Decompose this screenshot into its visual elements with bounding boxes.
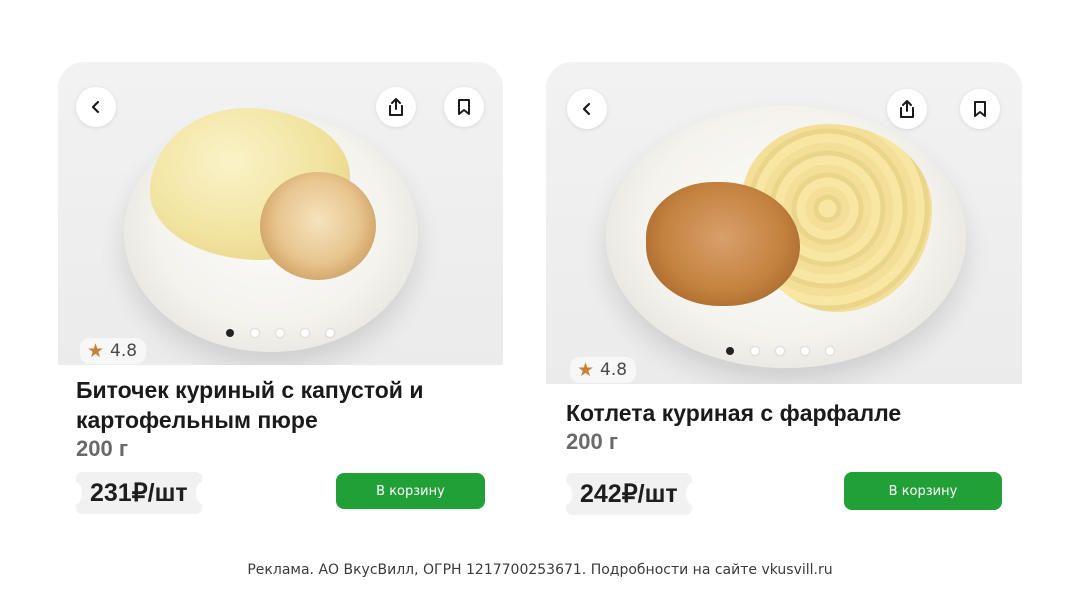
rating-value: 4.8: [110, 341, 138, 361]
image-pagination[interactable]: [726, 347, 834, 355]
price-tag: 242₽/шт: [560, 473, 698, 515]
bookmark-icon: [457, 98, 471, 116]
pagination-dot[interactable]: [251, 329, 259, 337]
pagination-dot[interactable]: [276, 329, 284, 337]
product-image[interactable]: ★ 4.8: [546, 62, 1022, 384]
share-button[interactable]: [887, 89, 927, 129]
add-to-cart-button[interactable]: В корзину: [844, 472, 1002, 510]
rating-value: 4.8: [600, 360, 628, 380]
product-title-line: Котлета куриная с фарфалле: [566, 400, 902, 426]
product-card[interactable]: ★ 4.8 Биточек куриный с капустой и карто…: [58, 62, 503, 514]
back-button[interactable]: [567, 89, 607, 129]
product-title-line: Биточек куриный с капустой и: [76, 377, 424, 403]
product-title-line: картофельным пюре: [76, 407, 318, 433]
product-title[interactable]: Котлета куриная с фарфалле: [566, 398, 1006, 428]
product-image[interactable]: ★ 4.8: [58, 62, 503, 365]
pagination-dot[interactable]: [751, 347, 759, 355]
pagination-dot[interactable]: [776, 347, 784, 355]
pagination-dot[interactable]: [226, 329, 234, 337]
share-icon: [898, 99, 916, 119]
pagination-dot[interactable]: [726, 347, 734, 355]
share-icon: [387, 97, 405, 117]
pagination-dot[interactable]: [826, 347, 834, 355]
image-pagination[interactable]: [226, 329, 334, 337]
pagination-dot[interactable]: [301, 329, 309, 337]
food-photo-patty: [260, 172, 376, 280]
bookmark-icon: [973, 100, 987, 118]
price-tag: 231₽/шт: [70, 472, 208, 514]
product-card[interactable]: ★ 4.8 Котлета куриная с фарфалле 200 г 2…: [546, 62, 1022, 515]
product-title[interactable]: Биточек куриный с капустой и картофельны…: [76, 375, 496, 435]
star-icon: ★: [87, 339, 105, 362]
product-weight: 200 г: [76, 436, 128, 461]
rating-badge: ★ 4.8: [570, 357, 637, 383]
price-value: 242₽/шт: [580, 480, 678, 508]
ad-disclaimer: Реклама. АО ВкусВилл, ОГРН 1217700253671…: [247, 562, 833, 578]
chevron-left-icon: [89, 100, 103, 114]
product-weight: 200 г: [566, 429, 618, 454]
price-value: 231₽/шт: [90, 479, 188, 507]
food-photo-cutlet: [646, 182, 800, 306]
star-icon: ★: [577, 358, 595, 381]
pagination-dot[interactable]: [801, 347, 809, 355]
pagination-dot[interactable]: [326, 329, 334, 337]
share-button[interactable]: [376, 87, 416, 127]
back-button[interactable]: [76, 87, 116, 127]
bookmark-button[interactable]: [444, 87, 484, 127]
add-to-cart-button[interactable]: В корзину: [336, 473, 485, 509]
chevron-left-icon: [580, 102, 594, 116]
rating-badge: ★ 4.8: [80, 338, 147, 364]
bookmark-button[interactable]: [960, 89, 1000, 129]
